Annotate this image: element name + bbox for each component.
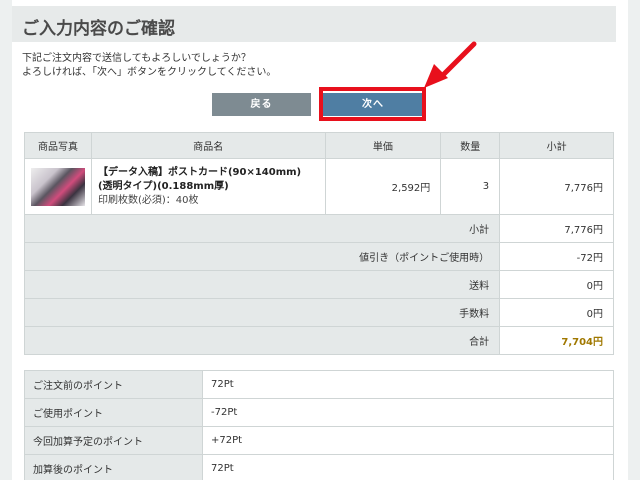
- header-photo: 商品写真: [24, 132, 92, 159]
- points-value: 72Pt: [202, 454, 614, 480]
- summary-value: 7,776円: [499, 214, 614, 243]
- intro-line-1: 下記ご注文内容で送信してもよろしいでしょうか？: [22, 53, 251, 64]
- points-label: 今回加算予定のポイント: [24, 426, 203, 455]
- order-table: 商品写真 商品名 単価 数量 小計 【データ入稿】ポストカード(90×140mm…: [23, 132, 614, 355]
- points-row: ご注文前のポイント 72Pt: [24, 370, 614, 399]
- unit-price-cell: 2,592円: [324, 158, 442, 215]
- header-quantity: 数量: [440, 132, 501, 159]
- summary-row-shipping: 送料 0円: [23, 270, 614, 299]
- quantity-cell: 3: [440, 158, 501, 215]
- points-label: 加算後のポイント: [24, 454, 203, 480]
- points-label: ご注文前のポイント: [24, 370, 203, 399]
- summary-row-fee: 手数料 0円: [23, 298, 614, 327]
- points-row: ご使用ポイント -72Pt: [24, 398, 614, 427]
- points-table: ご注文前のポイント 72Pt ご使用ポイント -72Pt 今回加算予定のポイント…: [24, 370, 614, 480]
- points-row: 加算後のポイント 72Pt: [24, 454, 614, 480]
- summary-row-subtotal: 小計 7,776円: [23, 214, 614, 243]
- summary-value: -72円: [499, 242, 614, 271]
- summary-label: 値引き（ポイントご使用時）: [23, 242, 501, 271]
- product-name-line-2: (透明タイプ)(0.188mm厚): [97, 180, 229, 192]
- summary-label: 小計: [23, 214, 501, 243]
- header-name: 商品名: [90, 132, 326, 159]
- header-unit-price: 単価: [324, 132, 442, 159]
- table-row: 【データ入稿】ポストカード(90×140mm) (透明タイプ)(0.188mm厚…: [24, 158, 614, 215]
- summary-value: 0円: [499, 298, 614, 327]
- summary-label: 送料: [23, 270, 501, 299]
- total-value: 7,704円: [499, 326, 614, 355]
- summary-row-total: 合計 7,704円: [23, 326, 614, 355]
- points-value: +72Pt: [202, 426, 614, 455]
- page-title: ご入力内容のご確認: [12, 6, 616, 42]
- product-photo-cell: [24, 158, 92, 215]
- points-label: ご使用ポイント: [24, 398, 203, 427]
- product-name-cell: 【データ入稿】ポストカード(90×140mm) (透明タイプ)(0.188mm厚…: [90, 158, 326, 215]
- summary-label: 手数料: [23, 298, 501, 327]
- red-arrow-icon: [424, 41, 477, 88]
- product-thumbnail: [30, 167, 85, 206]
- next-button-highlight-box: [319, 87, 426, 121]
- header-subtotal: 小計: [499, 132, 614, 159]
- intro-line-2: よろしければ、「次へ」ボタンをクリックしてください。: [22, 67, 277, 78]
- order-table-header: 商品写真 商品名 単価 数量 小計: [24, 132, 614, 159]
- summary-value: 0円: [499, 270, 614, 299]
- subtotal-cell: 7,776円: [499, 158, 614, 215]
- points-row: 今回加算予定のポイント +72Pt: [24, 426, 614, 455]
- product-name-line-1: 【データ入稿】ポストカード(90×140mm): [97, 166, 302, 178]
- product-option: 印刷枚数(必須)：40枚: [97, 194, 199, 206]
- points-value: -72Pt: [202, 398, 614, 427]
- intro-text: 下記ご注文内容で送信してもよろしいでしょうか？ よろしければ、「次へ」ボタンをク…: [22, 52, 602, 80]
- points-value: 72Pt: [202, 370, 614, 399]
- back-button[interactable]: 戻る: [212, 93, 311, 116]
- summary-row-discount: 値引き（ポイントご使用時） -72円: [23, 242, 614, 271]
- summary-label: 合計: [23, 326, 501, 355]
